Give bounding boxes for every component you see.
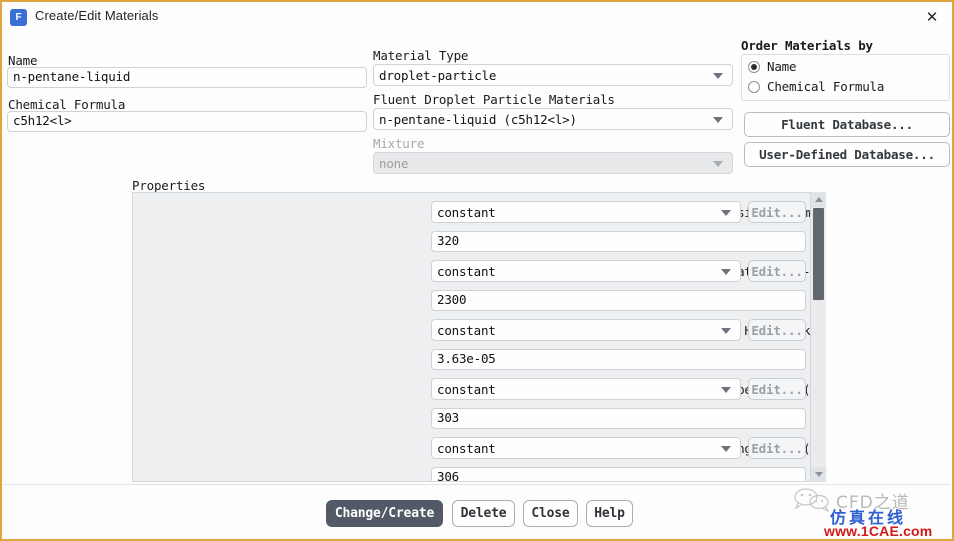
mixture-label: Mixture [373,136,425,151]
radio-order-by-chemical-formula[interactable]: Chemical Formula [748,79,884,94]
scroll-up-icon[interactable] [811,192,826,207]
radio-label-chemical-formula: Chemical Formula [767,79,885,94]
chevron-down-icon [721,210,731,216]
property-value-input[interactable]: 2300 [431,290,806,311]
radio-selected-icon [748,60,760,73]
fluent-droplet-materials-value: n-pentane-liquid (c5h12<l>) [379,111,577,127]
property-value-input[interactable]: 306 [431,467,806,481]
property-method-dropdown[interactable]: constant [431,437,741,459]
mixture-value: none [379,155,409,171]
delete-button[interactable]: Delete [452,500,515,527]
title-bar: F Create/Edit Materials ✕ [2,2,952,32]
order-materials-by-label: Order Materials by [741,38,873,53]
property-value-input[interactable]: 320 [431,231,806,252]
property-edit-button[interactable]: Edit... [748,378,806,400]
name-input[interactable]: n-pentane-liquid [7,67,367,88]
properties-section-label: Properties [132,178,206,193]
fluent-database-button[interactable]: Fluent Database... [744,112,950,137]
property-edit-button[interactable]: Edit... [748,201,806,223]
scroll-down-icon[interactable] [811,467,826,482]
property-method-value: constant [437,440,496,456]
property-method-dropdown[interactable]: constant [431,201,741,223]
property-value-input[interactable]: 303 [431,408,806,429]
radio-unselected-icon [748,80,760,93]
property-method-dropdown[interactable]: constant [431,260,741,282]
radio-label-name: Name [767,59,797,74]
material-type-dropdown[interactable]: droplet-particle [373,64,733,86]
property-edit-button[interactable]: Edit... [748,260,806,282]
chemical-formula-label: Chemical Formula [8,97,126,112]
scrollbar-thumb[interactable] [813,208,824,300]
property-method-value: constant [437,204,496,220]
chevron-down-icon [721,446,731,452]
mixture-dropdown: none [373,152,733,174]
properties-panel: Density (kg/m3) constant Edit... 320 Cp … [132,192,826,482]
property-method-dropdown[interactable]: constant [431,319,741,341]
chevron-down-icon [713,117,723,123]
material-type-value: droplet-particle [379,67,497,83]
close-button[interactable]: Close [523,500,578,527]
help-button[interactable]: Help [586,500,633,527]
fluent-droplet-materials-label: Fluent Droplet Particle Materials [373,92,615,107]
chevron-down-icon [721,269,731,275]
property-edit-button[interactable]: Edit... [748,319,806,341]
create-edit-materials-dialog: F Create/Edit Materials ✕ Name n-pentane… [0,0,954,541]
fluent-droplet-materials-dropdown[interactable]: n-pentane-liquid (c5h12<l>) [373,108,733,130]
radio-order-by-name[interactable]: Name [748,59,797,74]
property-method-dropdown[interactable]: constant [431,378,741,400]
property-method-value: constant [437,263,496,279]
property-edit-button[interactable]: Edit... [748,437,806,459]
property-method-value: constant [437,322,496,338]
fluent-app-icon: F [10,9,27,26]
chevron-down-icon [721,328,731,334]
chevron-down-icon [713,161,723,167]
chevron-down-icon [713,73,723,79]
property-method-value: constant [437,381,496,397]
properties-scrollbar[interactable] [810,192,826,482]
name-label: Name [8,53,38,68]
close-icon[interactable]: ✕ [920,6,944,28]
chemical-formula-input[interactable]: c5h12<l> [7,111,367,132]
user-defined-database-button[interactable]: User-Defined Database... [744,142,950,167]
change-create-button[interactable]: Change/Create [326,500,443,527]
chevron-down-icon [721,387,731,393]
property-value-input[interactable]: 3.63e-05 [431,349,806,370]
material-type-label: Material Type [373,48,469,63]
window-title: Create/Edit Materials [35,8,159,23]
